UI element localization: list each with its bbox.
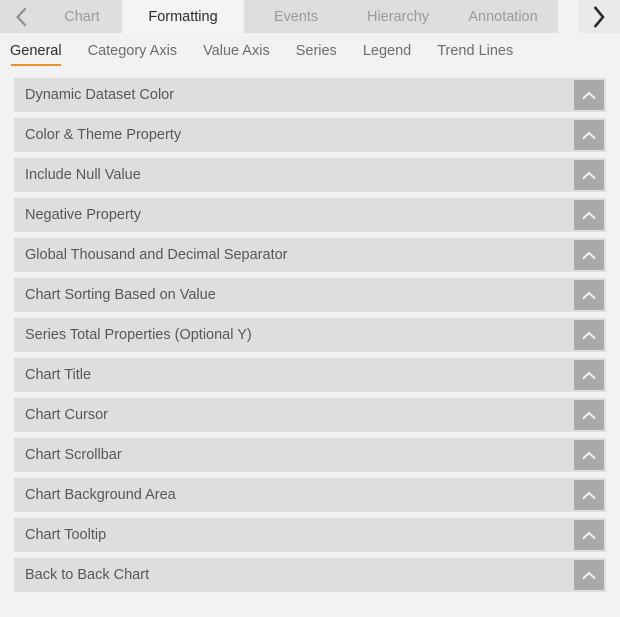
chevron-up-icon bbox=[582, 171, 596, 180]
panel-collapse-toggle-series-total-properties-optional-y[interactable] bbox=[574, 320, 604, 350]
panel-row-chart-cursor[interactable]: Chart Cursor bbox=[14, 398, 606, 432]
panel-collapse-toggle-chart-cursor[interactable] bbox=[574, 400, 604, 430]
panel-row-label: Global Thousand and Decimal Separator bbox=[25, 247, 288, 263]
chevron-up-icon bbox=[582, 411, 596, 420]
tab-chart-label: Chart bbox=[64, 8, 100, 25]
chevron-left-icon bbox=[14, 6, 29, 28]
panel-row-back-to-back-chart[interactable]: Back to Back Chart bbox=[14, 558, 606, 592]
subtab-category-axis-label: Category Axis bbox=[87, 43, 178, 59]
tab-hierarchy-label: Hierarchy bbox=[366, 8, 430, 25]
subtab-general[interactable]: General bbox=[10, 43, 62, 67]
panel-row-label: Chart Title bbox=[25, 367, 92, 383]
panel-row-label: Negative Property bbox=[25, 207, 142, 223]
tab-annotation-label: Annotation bbox=[468, 8, 538, 25]
subtab-legend[interactable]: Legend bbox=[363, 43, 411, 67]
panel-row-negative-property[interactable]: Negative Property bbox=[14, 198, 606, 232]
chevron-up-icon bbox=[582, 531, 596, 540]
panel-row-label: Chart Background Area bbox=[25, 487, 176, 503]
panel-collapse-toggle-include-null-value[interactable] bbox=[574, 160, 604, 190]
tab-list: Chart Formatting Events Hierarchy Annota… bbox=[42, 0, 578, 33]
panel-row-chart-title[interactable]: Chart Title bbox=[14, 358, 606, 392]
panel-row-dynamic-dataset-color[interactable]: Dynamic Dataset Color bbox=[14, 78, 606, 112]
tab-chart[interactable]: Chart bbox=[42, 0, 122, 33]
panel-row-label: Series Total Properties (Optional Y) bbox=[25, 327, 252, 343]
chevron-up-icon bbox=[582, 571, 596, 580]
panel-row-label: Color & Theme Property bbox=[25, 127, 182, 143]
chevron-up-icon bbox=[582, 331, 596, 340]
panel-row-color-theme-property[interactable]: Color & Theme Property bbox=[14, 118, 606, 152]
tab-formatting-label: Formatting bbox=[148, 8, 218, 25]
panel-collapse-toggle-chart-scrollbar[interactable] bbox=[574, 440, 604, 470]
chevron-up-icon bbox=[582, 91, 596, 100]
panel-collapse-toggle-chart-title[interactable] bbox=[574, 360, 604, 390]
panel-collapse-toggle-chart-sorting-based-on-value[interactable] bbox=[574, 280, 604, 310]
formatting-subtab-bar: General Category Axis Value Axis Series … bbox=[0, 33, 620, 78]
subtab-general-label: General bbox=[10, 43, 62, 59]
subtab-category-axis[interactable]: Category Axis bbox=[88, 43, 177, 67]
panel-row-label: Dynamic Dataset Color bbox=[25, 87, 175, 103]
chevron-up-icon bbox=[582, 211, 596, 220]
panel-collapse-toggle-dynamic-dataset-color[interactable] bbox=[574, 80, 604, 110]
subtab-value-axis-label: Value Axis bbox=[203, 43, 270, 59]
main-tab-strip: Chart Formatting Events Hierarchy Annota… bbox=[0, 0, 620, 33]
tab-annotation[interactable]: Annotation bbox=[448, 0, 558, 33]
panel-row-chart-tooltip[interactable]: Chart Tooltip bbox=[14, 518, 606, 552]
panel-collapse-toggle-negative-property[interactable] bbox=[574, 200, 604, 230]
panel-row-chart-scrollbar[interactable]: Chart Scrollbar bbox=[14, 438, 606, 472]
tab-formatting[interactable]: Formatting bbox=[124, 0, 242, 33]
panel-row-chart-background-area[interactable]: Chart Background Area bbox=[14, 478, 606, 512]
panel-collapse-toggle-chart-tooltip[interactable] bbox=[574, 520, 604, 550]
tab-events[interactable]: Events bbox=[244, 0, 348, 33]
panel-row-label: Chart Sorting Based on Value bbox=[25, 287, 216, 303]
chevron-up-icon bbox=[582, 291, 596, 300]
panel-collapse-toggle-back-to-back-chart[interactable] bbox=[574, 560, 604, 590]
chevron-right-icon bbox=[591, 5, 607, 29]
tab-hierarchy[interactable]: Hierarchy bbox=[348, 0, 448, 33]
panel-row-label: Back to Back Chart bbox=[25, 567, 150, 583]
subtab-series-label: Series bbox=[295, 43, 337, 59]
tab-events-label: Events bbox=[273, 8, 319, 25]
subtab-trend-lines-label: Trend Lines bbox=[437, 43, 514, 59]
panel-row-label: Chart Cursor bbox=[25, 407, 108, 423]
chevron-up-icon bbox=[582, 251, 596, 260]
panel-collapse-toggle-color-theme-property[interactable] bbox=[574, 120, 604, 150]
chevron-up-icon bbox=[582, 371, 596, 380]
tabs-scroll-right-button[interactable] bbox=[578, 0, 620, 33]
panel-row-label: Chart Tooltip bbox=[25, 527, 107, 543]
subtab-series[interactable]: Series bbox=[296, 43, 337, 67]
subtab-legend-label: Legend bbox=[362, 43, 412, 59]
tabs-scroll-left-button[interactable] bbox=[0, 0, 42, 33]
formatting-general-panel-list: Dynamic Dataset Color Color & Theme Prope… bbox=[0, 78, 620, 592]
panel-row-chart-sorting-based-on-value[interactable]: Chart Sorting Based on Value bbox=[14, 278, 606, 312]
panel-row-include-null-value[interactable]: Include Null Value bbox=[14, 158, 606, 192]
panel-collapse-toggle-global-thousand-and-decimal-separator[interactable] bbox=[574, 240, 604, 270]
chevron-up-icon bbox=[582, 451, 596, 460]
chevron-up-icon bbox=[582, 131, 596, 140]
subtab-value-axis[interactable]: Value Axis bbox=[203, 43, 270, 67]
panel-row-series-total-properties-optional-y[interactable]: Series Total Properties (Optional Y) bbox=[14, 318, 606, 352]
panel-row-label: Chart Scrollbar bbox=[25, 447, 122, 463]
panel-row-global-thousand-and-decimal-separator[interactable]: Global Thousand and Decimal Separator bbox=[14, 238, 606, 272]
panel-collapse-toggle-chart-background-area[interactable] bbox=[574, 480, 604, 510]
panel-row-label: Include Null Value bbox=[25, 167, 141, 183]
chevron-up-icon bbox=[582, 491, 596, 500]
subtab-trend-lines[interactable]: Trend Lines bbox=[437, 43, 513, 67]
